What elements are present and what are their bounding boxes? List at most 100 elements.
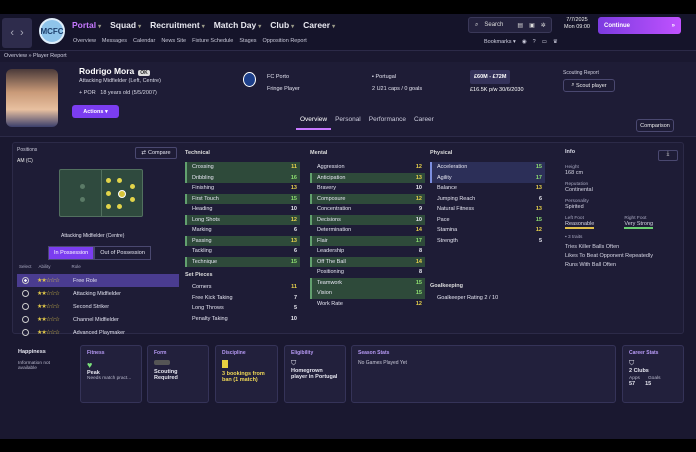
menu-career[interactable]: Career ▾ — [303, 20, 335, 30]
time-line: Mon 09:00 — [564, 24, 590, 30]
radio-icon[interactable] — [22, 290, 29, 297]
attribute-row[interactable]: Passing 13 — [185, 235, 300, 246]
out-of-possession-button[interactable]: Out of Possession — [94, 246, 151, 260]
attribute-row[interactable]: Vision 15 — [310, 288, 425, 299]
attribute-row[interactable]: Agility 17 — [430, 172, 545, 183]
mental-column: Mental Aggression 12 Anticipation 13 Bravery… — [310, 150, 425, 309]
attribute-row[interactable]: Natural Fitness 13 — [430, 204, 545, 215]
attribute-row[interactable]: Bravery 10 — [310, 183, 425, 194]
submenu-news-site[interactable]: News Site — [161, 38, 186, 44]
attribute-name: Composure — [317, 195, 346, 202]
attribute-row[interactable]: Teamwork 15 — [310, 277, 425, 288]
submenu-fixture-schedule[interactable]: Fixture Schedule — [192, 38, 233, 44]
forward-arrow-icon[interactable]: › — [20, 27, 24, 39]
role-row[interactable]: ★★☆☆☆ Channel Midfielder — [17, 313, 179, 326]
gear-icon[interactable]: ✲ — [541, 22, 546, 29]
breadcrumb-item[interactable]: Overview — [4, 53, 27, 59]
trophy-icon[interactable]: ♛ — [553, 39, 558, 45]
attribute-row[interactable]: Technique 15 — [185, 256, 300, 267]
back-arrow-icon[interactable]: ‹ — [10, 27, 14, 39]
attribute-row[interactable]: Determination 14 — [310, 225, 425, 236]
help-icon[interactable]: ? — [533, 39, 536, 45]
bookmarks-dropdown[interactable]: Bookmarks ▾ — [484, 39, 516, 45]
download-icon[interactable]: ⤓ — [658, 150, 678, 161]
attribute-row[interactable]: Dribbling 16 — [185, 172, 300, 183]
menu-recruitment[interactable]: Recruitment ▾ — [150, 20, 205, 30]
menu-match-day[interactable]: Match Day ▾ — [214, 20, 262, 30]
tab-performance[interactable]: Performance — [365, 116, 410, 130]
attribute-row[interactable]: Concentration 9 — [310, 204, 425, 215]
career-stats-card[interactable]: Career Stats ⛉ 2 Clubs Apps Goals 57 15 — [622, 345, 684, 403]
submenu-calendar[interactable]: Calendar — [133, 38, 155, 44]
menu-label: Portal — [72, 20, 97, 30]
attribute-row[interactable]: First Touch 15 — [185, 193, 300, 204]
attribute-row[interactable]: Jumping Reach 6 — [430, 194, 545, 205]
attribute-row[interactable]: Penalty Taking 10 — [185, 314, 300, 325]
attribute-row[interactable]: Heading 10 — [185, 204, 300, 215]
attribute-row[interactable]: Crossing 11 — [185, 162, 300, 173]
tab-career[interactable]: Career — [410, 116, 438, 130]
nation-name[interactable]: ▪ Portugal — [372, 71, 422, 83]
attribute-row[interactable]: Decisions 10 — [310, 214, 425, 225]
menu-squad[interactable]: Squad ▾ — [110, 20, 141, 30]
in-possession-button[interactable]: In Possession — [48, 246, 95, 260]
attribute-value: 13 — [290, 185, 297, 192]
attribute-row[interactable]: Flair 17 — [310, 235, 425, 246]
attribute-row[interactable]: Pace 15 — [430, 215, 545, 226]
discipline-card[interactable]: Discipline 3 bookings from ban (1 match) — [215, 345, 278, 403]
search-bar[interactable]: ⌕ Search ▤ ▣ ✲ — [468, 17, 552, 33]
attribute-row[interactable]: Work Rate 12 — [310, 299, 425, 310]
tab-overview[interactable]: Overview — [296, 116, 332, 130]
submenu-overview[interactable]: Overview — [73, 38, 96, 44]
role-row[interactable]: ★★☆☆☆ Free Role — [17, 274, 179, 287]
bookmark-icon[interactable]: ◉ — [522, 39, 527, 45]
radio-icon[interactable] — [22, 329, 29, 336]
menu-club[interactable]: Club ▾ — [270, 20, 294, 30]
attribute-row[interactable]: Positioning 8 — [310, 267, 425, 278]
attribute-row[interactable]: Off The Ball 14 — [310, 256, 425, 267]
comparison-button[interactable]: Comparison — [636, 119, 674, 132]
eligibility-card[interactable]: Eligibility ⛉ Homegrown player in Portug… — [284, 345, 346, 403]
clipboard-icon[interactable]: ▭ — [542, 39, 547, 45]
radio-icon[interactable] — [22, 316, 29, 323]
role-row[interactable]: ★★☆☆☆ Advanced Playmaker — [17, 326, 179, 339]
fitness-card[interactable]: Fitness ♥ Peak Needs match pract... — [80, 345, 142, 403]
club-crest-icon[interactable]: MCFC — [39, 18, 65, 44]
role-row[interactable]: ★★☆☆☆ Second Striker — [17, 300, 179, 313]
attribute-row[interactable]: Strength 5 — [430, 236, 545, 247]
top-nav: ‹ › MCFC Portal ▾ Squad ▾ Recruitment ▾ Mat… — [0, 14, 696, 51]
attribute-row[interactable]: Leadership 8 — [310, 246, 425, 257]
menu-portal[interactable]: Portal ▾ — [72, 20, 101, 30]
history-arrows[interactable]: ‹ › — [2, 18, 32, 48]
attribute-row[interactable]: Acceleration 15 — [430, 162, 545, 173]
actions-button[interactable]: Actions ▾ — [72, 105, 119, 118]
lock-icon[interactable]: ▣ — [529, 22, 535, 29]
attribute-row[interactable]: Anticipation 13 — [310, 172, 425, 183]
submenu-stages[interactable]: Stages — [239, 38, 256, 44]
scout-player-button[interactable]: ⌕ Scout player — [563, 79, 615, 92]
fitness-sub: Needs match pract... — [87, 376, 132, 381]
radio-selected-icon[interactable] — [22, 277, 29, 284]
submenu-messages[interactable]: Messages — [102, 38, 127, 44]
attribute-row[interactable]: Marking 6 — [185, 225, 300, 236]
submenu-opposition-report[interactable]: Opposition Report — [263, 38, 307, 44]
attribute-row[interactable]: Balance 13 — [430, 183, 545, 194]
attribute-row[interactable]: Finishing 13 — [185, 183, 300, 194]
compare-button[interactable]: ⇄ Compare — [135, 147, 177, 159]
continue-button[interactable]: Continue » — [598, 17, 681, 34]
role-row[interactable]: ★★☆☆☆ Attacking Midfielder — [17, 287, 179, 300]
tab-personal[interactable]: Personal — [331, 116, 365, 130]
attribute-row[interactable]: Free Kick Taking 7 — [185, 293, 300, 304]
club-name[interactable]: FC Porto — [267, 71, 300, 83]
attribute-row[interactable]: Long Throws 5 — [185, 303, 300, 314]
attribute-row[interactable]: Corners 11 — [185, 282, 300, 293]
inbox-icon[interactable]: ▤ — [517, 22, 523, 29]
season-stats-card[interactable]: Season Stats No Games Played Yet — [351, 345, 616, 403]
attribute-row[interactable]: Composure 12 — [310, 193, 425, 204]
attribute-row[interactable]: Tackling 6 — [185, 246, 300, 257]
attribute-row[interactable]: Long Shots 12 — [185, 214, 300, 225]
radio-icon[interactable] — [22, 303, 29, 310]
attribute-row[interactable]: Stamina 12 — [430, 225, 545, 236]
attribute-row[interactable]: Aggression 12 — [310, 162, 425, 173]
form-card[interactable]: Form Scouting Required — [147, 345, 209, 403]
